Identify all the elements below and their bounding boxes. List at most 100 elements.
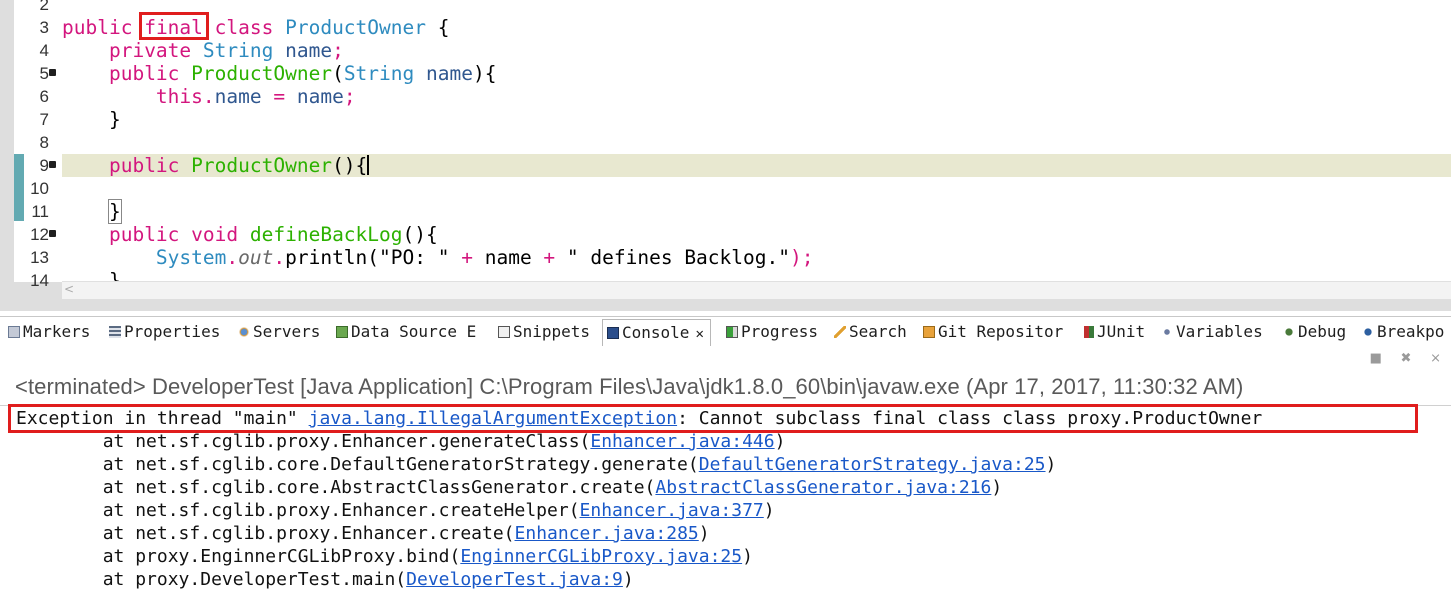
- properties-icon: [109, 326, 121, 338]
- param: name: [426, 62, 473, 85]
- highlight-final-keyword: [139, 12, 209, 40]
- console-icon: [607, 327, 619, 339]
- stack-trace-line: at proxy.EnginnerCGLibProxy.bind(Enginne…: [16, 546, 753, 567]
- code-line-4: private String name;: [62, 39, 344, 62]
- source-link[interactable]: EnginnerCGLibProxy.java:25: [460, 546, 742, 567]
- keyword: public: [108, 62, 180, 85]
- text-caret: [367, 155, 370, 175]
- keyword: void: [191, 223, 239, 246]
- stack-trace-line: at net.sf.cglib.core.DefaultGeneratorStr…: [16, 454, 1057, 475]
- progress-icon: [726, 326, 738, 338]
- close-icon[interactable]: ✕: [695, 326, 703, 342]
- paren: (){: [332, 154, 368, 177]
- semicolon: ;: [343, 85, 356, 108]
- quick-diff-marker: [14, 154, 24, 221]
- paren: ){: [472, 62, 497, 85]
- code-line-5: public ProductOwner(String name){: [62, 62, 497, 85]
- breakpoints-icon: [1362, 326, 1374, 338]
- keyword: public: [62, 16, 133, 39]
- code-line-13: System.out.println("PO: " + name + " def…: [62, 246, 814, 269]
- chevron-left-icon[interactable]: <: [64, 282, 74, 296]
- line-number: 3: [39, 18, 49, 37]
- static-field: out: [238, 246, 274, 269]
- code-line-9: public ProductOwner(){: [62, 154, 1451, 177]
- paren: (){: [402, 223, 438, 246]
- type: String: [202, 39, 274, 62]
- constructor-name: ProductOwner: [191, 154, 333, 177]
- keyword: public: [108, 223, 180, 246]
- tab-search[interactable]: Search: [834, 319, 907, 346]
- line-number: 12: [30, 225, 49, 244]
- tab-servers[interactable]: Servers: [238, 319, 320, 346]
- source-link[interactable]: DeveloperTest.java:9: [406, 569, 623, 590]
- line-number: 5: [39, 64, 49, 83]
- brace: }: [108, 108, 121, 131]
- fold-toggle-icon[interactable]: [49, 69, 56, 76]
- tab-variables[interactable]: Variables: [1161, 319, 1263, 346]
- semicolon: ;: [332, 39, 344, 62]
- keyword: public: [108, 154, 180, 177]
- line-number: 13: [30, 248, 49, 267]
- snippets-icon: [498, 326, 510, 338]
- tab-junit[interactable]: JUnit: [1084, 319, 1145, 346]
- line-number: 6: [39, 87, 49, 106]
- line-number: 7: [39, 110, 49, 129]
- data-source-icon: [336, 326, 348, 338]
- fold-toggle-icon[interactable]: [49, 230, 56, 237]
- terminate-icon[interactable]: ■: [1370, 351, 1382, 366]
- keyword: class: [214, 16, 274, 39]
- field: name: [484, 246, 532, 269]
- code-editor[interactable]: 2 3 4 5 6 7 8 9 10 11 12 13 14 public fi…: [0, 0, 1451, 311]
- tab-progress[interactable]: Progress: [726, 319, 818, 346]
- stack-trace-line: at net.sf.cglib.proxy.Enhancer.createHel…: [16, 500, 775, 521]
- views-tab-bar: Markers Properties Servers Data Source E…: [0, 316, 1451, 346]
- tab-console[interactable]: Console ✕: [602, 319, 711, 346]
- fold-toggle-icon[interactable]: [49, 161, 56, 168]
- search-icon: [834, 326, 846, 338]
- tab-snippets[interactable]: Snippets: [498, 319, 590, 346]
- git-icon: [923, 326, 935, 338]
- code-line-12: public void defineBackLog(){: [62, 223, 438, 246]
- markers-icon: [8, 326, 20, 338]
- tab-data-source[interactable]: Data Source E: [336, 319, 476, 346]
- source-link[interactable]: Enhancer.java:446: [590, 431, 774, 452]
- tab-debug[interactable]: Debug: [1283, 319, 1346, 346]
- source-link[interactable]: Enhancer.java:377: [580, 500, 764, 521]
- remove-launch-icon[interactable]: ✖: [1401, 351, 1412, 366]
- source-link[interactable]: AbstractClassGenerator.java:216: [655, 477, 991, 498]
- class-name: ProductOwner: [285, 16, 426, 39]
- param: name: [296, 85, 344, 108]
- dot: .: [202, 85, 215, 108]
- brace: }: [107, 199, 122, 224]
- highlight-exception: [8, 404, 1418, 433]
- stack-trace-line: at net.sf.cglib.core.AbstractClassGenera…: [16, 477, 1003, 498]
- tab-breakpoints[interactable]: Breakpo: [1362, 319, 1444, 346]
- code-line-6: this.name = name;: [62, 85, 356, 108]
- line-number: 2: [39, 0, 49, 14]
- source-link[interactable]: DefaultGeneratorStrategy.java:25: [699, 454, 1046, 475]
- console-toolbar: ■ ✖ ⨯: [1361, 347, 1441, 367]
- dot: .: [273, 246, 286, 269]
- dot: .: [226, 246, 239, 269]
- constructor-name: ProductOwner: [191, 62, 333, 85]
- tab-markers[interactable]: Markers: [8, 319, 90, 346]
- line-number: 4: [39, 41, 49, 60]
- keyword: this: [155, 85, 203, 108]
- code-line-7: }: [62, 108, 121, 131]
- junit-icon: [1084, 326, 1094, 338]
- code-line-11: }: [62, 199, 122, 224]
- tab-git-repositories[interactable]: Git Repositor: [923, 319, 1063, 346]
- line-number: 8: [39, 133, 49, 152]
- field: name: [285, 39, 333, 62]
- stack-trace-line: at net.sf.cglib.proxy.Enhancer.create(En…: [16, 523, 710, 544]
- method-name: defineBackLog: [249, 223, 403, 246]
- source-link[interactable]: Enhancer.java:285: [515, 523, 699, 544]
- line-number: 14: [30, 271, 49, 290]
- horizontal-scrollbar[interactable]: <: [62, 281, 1451, 299]
- stack-trace-line: at net.sf.cglib.proxy.Enhancer.generateC…: [16, 431, 786, 452]
- code-area[interactable]: public final class ProductOwner { privat…: [62, 0, 1451, 282]
- console-view[interactable]: <terminated> DeveloperTest [Java Applica…: [0, 346, 1451, 594]
- servers-icon: [238, 326, 250, 338]
- tab-properties[interactable]: Properties: [109, 319, 220, 346]
- remove-all-launches-icon[interactable]: ⨯: [1430, 351, 1441, 366]
